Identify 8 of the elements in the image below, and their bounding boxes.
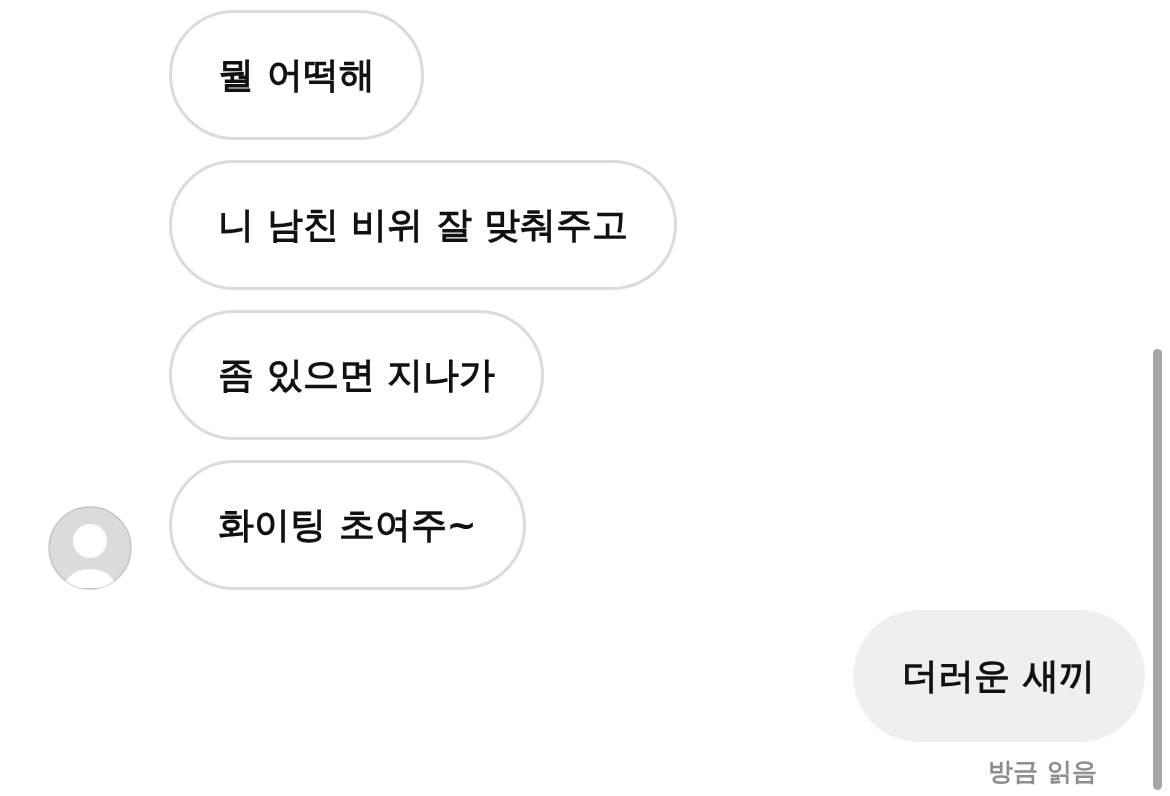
avatar-icon[interactable]	[48, 506, 132, 590]
received-message: 뭘 어떡해	[169, 10, 424, 140]
scrollbar[interactable]	[1153, 349, 1162, 790]
read-receipt: 방금 읽음	[988, 756, 1097, 788]
received-message: 좀 있으면 지나가	[169, 310, 545, 440]
received-message: 화이팅 초여주~	[169, 460, 526, 590]
sent-message: 더러운 새끼	[853, 610, 1145, 742]
received-message: 니 남친 비위 잘 맞춰주고	[169, 160, 678, 290]
